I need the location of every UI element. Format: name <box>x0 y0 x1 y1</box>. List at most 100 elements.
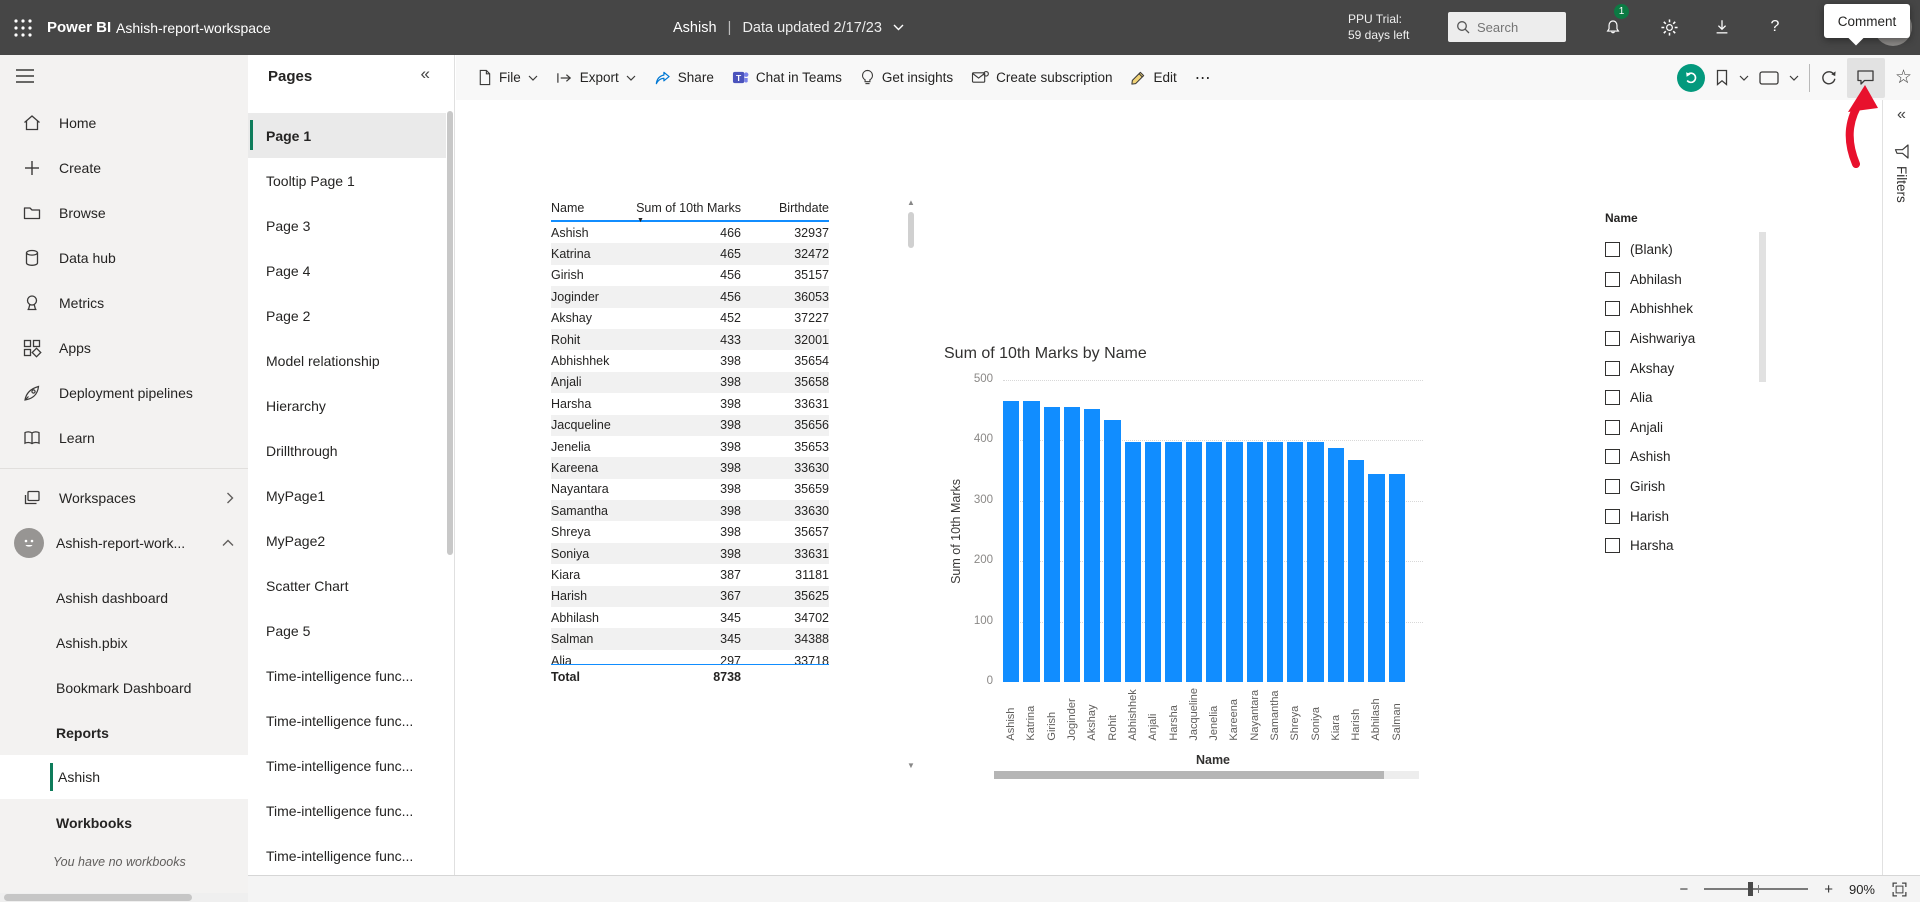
reset-to-default-button[interactable] <box>1677 64 1705 92</box>
bookmarks-button[interactable] <box>1715 69 1729 86</box>
table-row[interactable]: Anjali39835658 <box>551 372 829 393</box>
scroll-up-icon[interactable]: ▲ <box>907 198 915 207</box>
slicer-item-akshay[interactable]: Akshay <box>1605 353 1756 383</box>
page-item-hierarchy-6[interactable]: Hierarchy <box>248 383 446 428</box>
favorite-star-icon[interactable]: ☆ <box>1895 66 1912 89</box>
checkbox[interactable] <box>1605 331 1620 346</box>
bar-kiara[interactable] <box>1328 448 1344 682</box>
fit-to-page-icon[interactable] <box>1891 881 1908 898</box>
slicer-item-anjali[interactable]: Anjali <box>1605 413 1756 443</box>
zoom-slider-thumb[interactable] <box>1748 882 1753 896</box>
slicer-item-harsha[interactable]: Harsha <box>1605 531 1756 561</box>
page-item-time-intelligence-func-14[interactable]: Time-intelligence func... <box>248 743 446 788</box>
download-button[interactable] <box>1708 13 1736 41</box>
page-item-time-intelligence-func-12[interactable]: Time-intelligence func... <box>248 653 446 698</box>
table-row[interactable]: Ashish46632937 <box>551 222 829 243</box>
checkbox[interactable] <box>1605 420 1620 435</box>
slicer-item-blank[interactable]: (Blank) <box>1605 235 1756 265</box>
table-row[interactable]: Joginder45636053 <box>551 286 829 307</box>
page-item-scatter-chart-10[interactable]: Scatter Chart <box>248 563 446 608</box>
bar-joginder[interactable] <box>1064 407 1080 682</box>
help-button[interactable]: ? <box>1761 13 1789 41</box>
checkbox[interactable] <box>1605 509 1620 524</box>
checkbox[interactable] <box>1605 538 1620 553</box>
sidebar-item-report-ashish[interactable]: Ashish <box>0 755 248 799</box>
page-item-page-2-4[interactable]: Page 2 <box>248 293 446 338</box>
zoom-slider[interactable] <box>1704 888 1808 890</box>
filters-pane-label[interactable]: Filters <box>1883 166 1920 203</box>
sidebar-item-learn[interactable]: Learn <box>0 415 248 460</box>
page-item-tooltip-page-1-1[interactable]: Tooltip Page 1 <box>248 158 446 203</box>
slicer-scrollbar[interactable] <box>1759 232 1766 382</box>
page-item-page-5-11[interactable]: Page 5 <box>248 608 446 653</box>
sidebar-item-browse[interactable]: Browse <box>0 190 248 235</box>
bar-anjali[interactable] <box>1145 442 1161 682</box>
share-button[interactable]: Share <box>645 55 723 100</box>
table-row[interactable]: Salman34534388 <box>551 628 829 649</box>
table-scrollbar[interactable]: ▲ ▼ <box>906 198 917 770</box>
export-menu-button[interactable]: Export <box>547 55 645 100</box>
checkbox[interactable] <box>1605 301 1620 316</box>
chevron-down-icon[interactable] <box>1739 75 1749 81</box>
slicer-item-abhilash[interactable]: Abhilash <box>1605 265 1756 295</box>
sidebar-item-home[interactable]: Home <box>0 100 248 145</box>
table-row[interactable]: Abhilash34534702 <box>551 607 829 628</box>
chart-horizontal-scrollbar[interactable] <box>994 771 1419 779</box>
chat-in-teams-button[interactable]: T Chat in Teams <box>723 55 851 100</box>
settings-button[interactable] <box>1655 13 1683 41</box>
slicer-item-ashish[interactable]: Ashish <box>1605 442 1756 472</box>
bar-shreya[interactable] <box>1287 442 1303 682</box>
create-subscription-button[interactable]: Create subscription <box>962 55 1121 100</box>
bar-salman[interactable] <box>1389 474 1405 682</box>
page-item-time-intelligence-func-15[interactable]: Time-intelligence func... <box>248 788 446 833</box>
sidebar-item-deployment-pipelines[interactable]: Deployment pipelines <box>0 370 248 415</box>
sidebar-item-current-workspace[interactable]: Ashish-report-work... <box>0 520 248 565</box>
bar-akshay[interactable] <box>1084 409 1100 682</box>
table-header-row[interactable]: Name Sum of 10th Marks Birthdate <box>551 196 829 222</box>
edit-button[interactable]: Edit <box>1121 55 1185 100</box>
table-row[interactable]: Rohit43332001 <box>551 329 829 350</box>
table-row[interactable]: Akshay45237227 <box>551 308 829 329</box>
collapse-pages-icon[interactable]: « <box>421 64 430 84</box>
page-item-model-relationship-5[interactable]: Model relationship <box>248 338 446 383</box>
table-row[interactable]: Nayantara39835659 <box>551 479 829 500</box>
zoom-out-button[interactable]: − <box>1679 881 1688 898</box>
column-header-marks[interactable]: Sum of 10th Marks <box>631 201 741 215</box>
table-row[interactable]: Kiara38731181 <box>551 564 829 585</box>
product-logo[interactable]: Power BI <box>47 0 111 55</box>
page-item-page-1-0[interactable]: Page 1 <box>248 113 446 158</box>
sidebar-item-data-hub[interactable]: Data hub <box>0 235 248 280</box>
bar-rohit[interactable] <box>1104 420 1120 682</box>
page-item-page-3-2[interactable]: Page 3 <box>248 203 446 248</box>
bar-harish[interactable] <box>1348 460 1364 682</box>
table-row[interactable]: Samantha39833630 <box>551 500 829 521</box>
bar-nayantara[interactable] <box>1247 442 1263 682</box>
pages-scrollbar[interactable] <box>447 111 453 555</box>
scroll-down-icon[interactable]: ▼ <box>907 761 915 770</box>
sidebar-item-ashish-pbix[interactable]: Ashish.pbix <box>0 620 248 665</box>
slicer-item-girish[interactable]: Girish <box>1605 472 1756 502</box>
chevron-down-icon[interactable] <box>1789 75 1799 81</box>
bar-kareena[interactable] <box>1226 442 1242 682</box>
waffle-menu-icon[interactable] <box>12 17 34 39</box>
bar-jenelia[interactable] <box>1206 442 1222 682</box>
sidebar-item-apps[interactable]: Apps <box>0 325 248 370</box>
sidebar-item-bookmark-dashboard[interactable]: Bookmark Dashboard <box>0 665 248 710</box>
expand-filters-icon[interactable]: « <box>1883 106 1920 124</box>
comment-button[interactable] <box>1847 58 1885 98</box>
table-row[interactable]: Girish45635157 <box>551 265 829 286</box>
bar-abhishhek[interactable] <box>1125 442 1141 682</box>
report-header[interactable]: Ashish | Data updated 2/17/23 <box>673 0 904 55</box>
file-menu-button[interactable]: File <box>468 55 547 100</box>
table-row[interactable]: Harsha39833631 <box>551 393 829 414</box>
sidebar-item-ashish-dashboard[interactable]: Ashish dashboard <box>0 575 248 620</box>
table-row[interactable]: Jenelia39835653 <box>551 436 829 457</box>
page-item-mypage1-8[interactable]: MyPage1 <box>248 473 446 518</box>
refresh-button[interactable] <box>1820 69 1837 86</box>
zoom-in-button[interactable]: + <box>1824 881 1833 898</box>
slicer-item-harish[interactable]: Harish <box>1605 501 1756 531</box>
page-item-time-intelligence-func-16[interactable]: Time-intelligence func... <box>248 833 446 875</box>
table-row[interactable]: Shreya39835657 <box>551 521 829 542</box>
checkbox[interactable] <box>1605 390 1620 405</box>
slicer-item-abhishhek[interactable]: Abhishhek <box>1605 294 1756 324</box>
